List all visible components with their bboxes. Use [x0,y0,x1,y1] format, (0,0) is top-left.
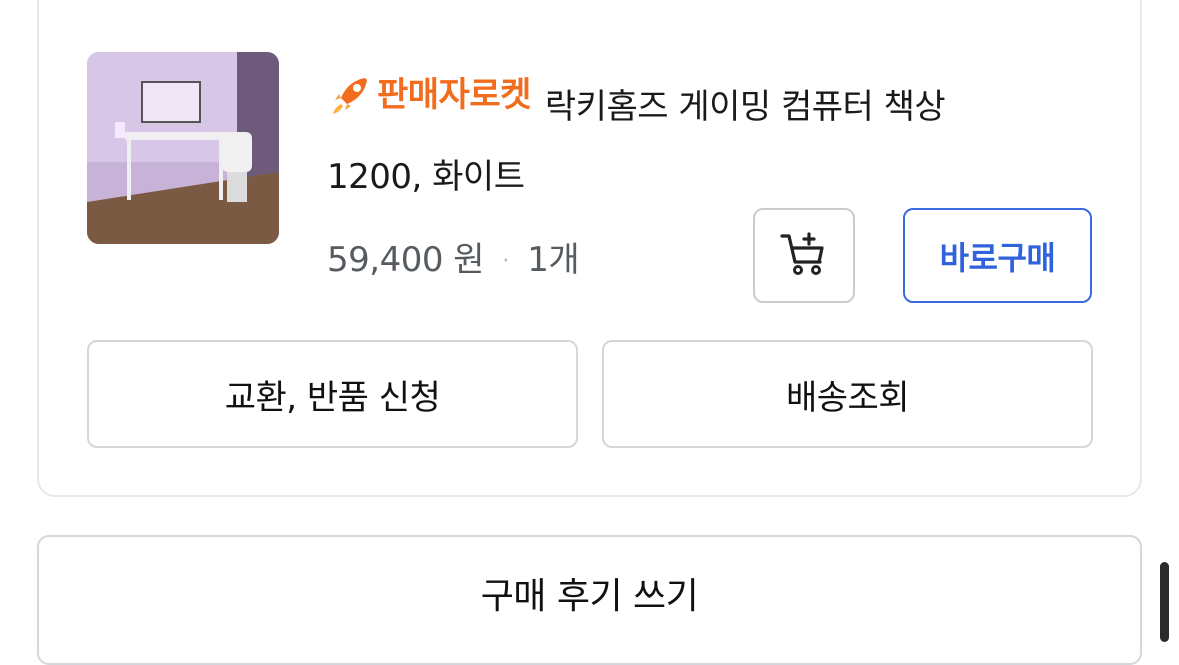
product-name-line1: 락키홈즈 게이밍 컴퓨터 책상 [544,87,946,127]
seller-rocket-badge: 판매자로켓 [327,60,531,130]
write-review-button[interactable]: 구매 후기 쓰기 [37,535,1142,665]
desk-photo-image [87,52,279,244]
track-delivery-button[interactable]: 배송조회 [602,340,1093,448]
separator-dot: · [502,249,509,274]
product-title[interactable]: 판매자로켓 락키홈즈 게이밍 컴퓨터 책상 1200, 화이트 [327,60,1087,212]
quantity-text: 1개 [527,240,580,280]
product-thumbnail[interactable] [87,52,279,244]
price-text: 59,400 원 [327,240,485,280]
rocket-icon [327,72,373,118]
scrollbar-thumb[interactable] [1160,562,1169,642]
buy-now-button[interactable]: 바로구매 [903,208,1092,303]
cart-plus-icon [778,228,830,284]
price-quantity: 59,400 원 · 1개 [327,232,580,281]
badge-label: 판매자로켓 [377,75,531,115]
add-to-cart-button[interactable] [753,208,855,303]
return-exchange-button[interactable]: 교환, 반품 신청 [87,340,578,448]
product-name-line2: 1200, 화이트 [327,157,525,197]
